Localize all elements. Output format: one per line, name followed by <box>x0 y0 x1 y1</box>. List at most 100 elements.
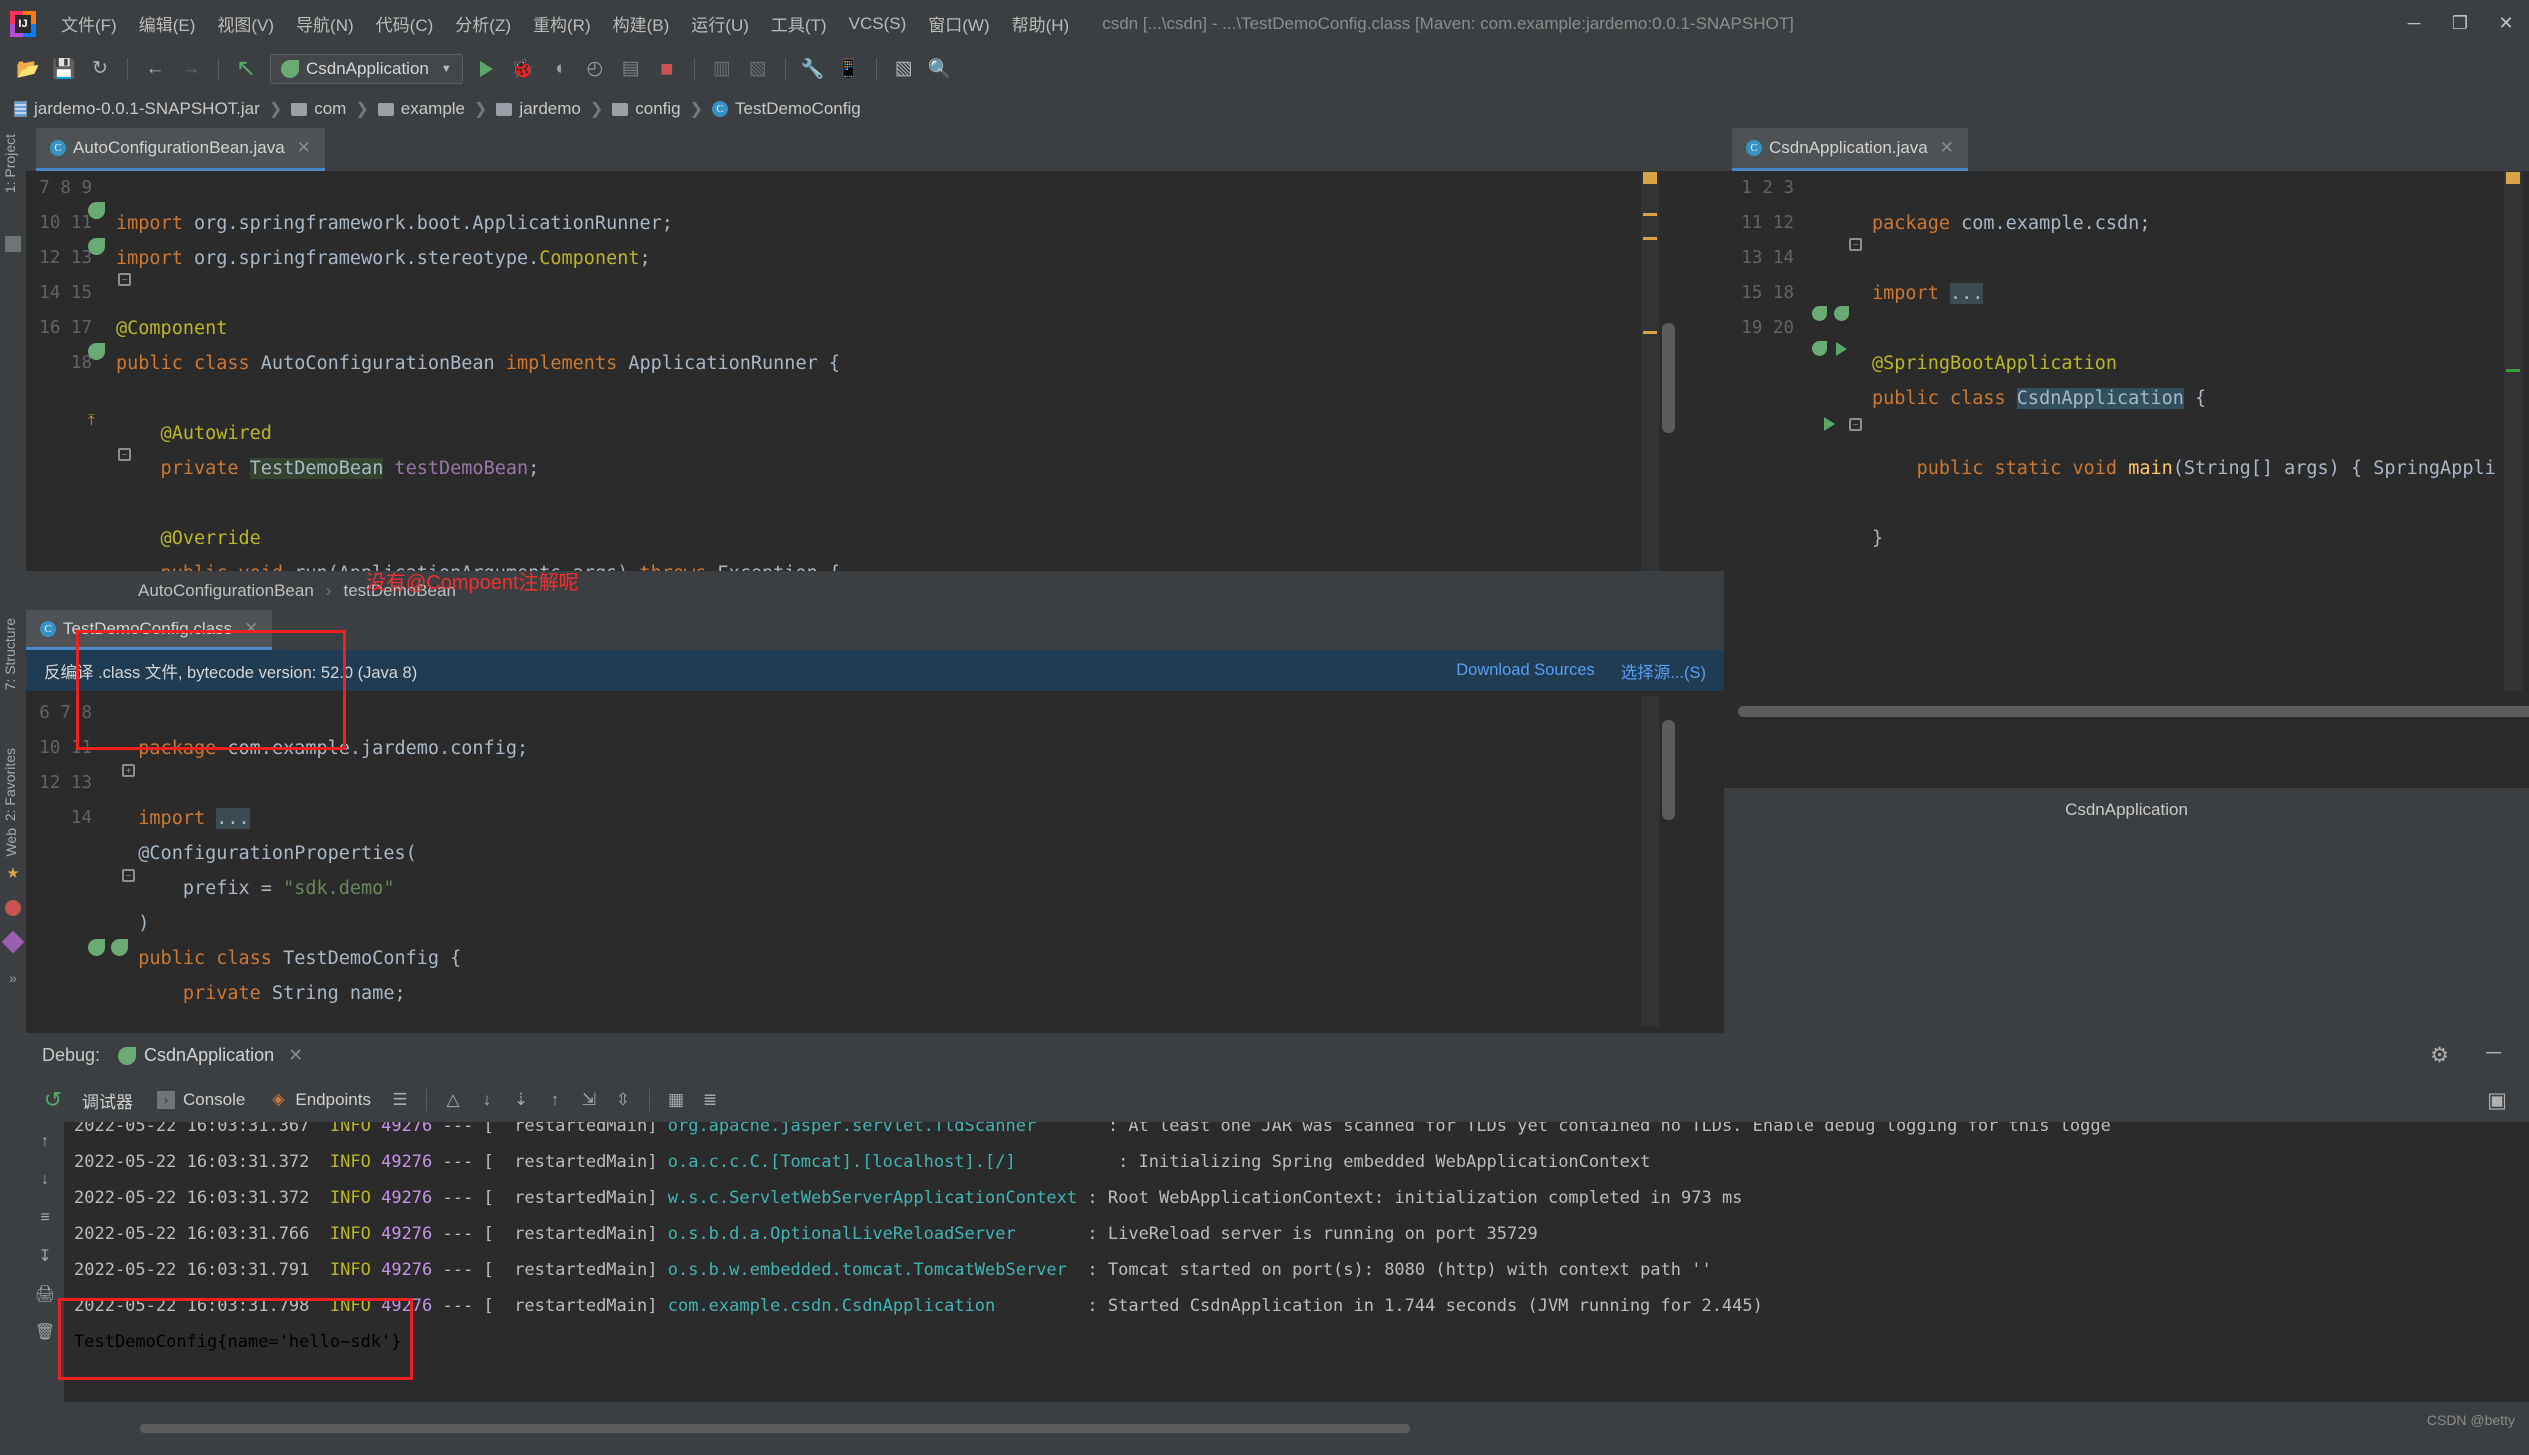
choose-sources-link[interactable]: 选择源...(S) <box>1621 659 1706 683</box>
menu-navigate[interactable]: 导航(N) <box>285 7 365 40</box>
show-execution-point-icon[interactable]: △ <box>436 1085 470 1115</box>
settings-list-icon[interactable]: ≣ <box>693 1085 727 1115</box>
tab-console[interactable]: › Console <box>157 1090 245 1110</box>
chevron-down-icon[interactable]: ▼ <box>441 63 452 75</box>
warning-marker[interactable] <box>1643 213 1657 216</box>
minimize-button[interactable]: ─ <box>2391 0 2437 47</box>
scroll-up-icon[interactable]: ↑ <box>33 1130 57 1154</box>
fold-icon[interactable]: − <box>1849 238 1862 251</box>
spring-config-gutter-icon[interactable] <box>1834 306 1849 321</box>
error-stripe-class[interactable] <box>1641 696 1659 1026</box>
debug-button[interactable]: 🐞 <box>505 54 541 84</box>
sidebar-item-favorites[interactable]: 2: Favorites <box>2 748 18 821</box>
close-button[interactable]: ✕ <box>2483 0 2529 47</box>
code-content-right[interactable]: package com.example.csdn; import ... @Sp… <box>1872 171 2496 556</box>
spring-bean-gutter-icon[interactable] <box>88 238 105 255</box>
menu-vcs[interactable]: VCS(S) <box>838 10 918 38</box>
ok-marker[interactable] <box>2506 369 2520 372</box>
breakpoint-icon[interactable] <box>5 900 21 916</box>
fold-icon[interactable]: − <box>1849 418 1862 431</box>
update-project-icon[interactable]: ▥ <box>704 54 740 84</box>
commit-icon[interactable]: ▧ <box>740 54 776 84</box>
settings-icon[interactable]: 🔧 <box>795 54 831 84</box>
close-icon[interactable]: ✕ <box>244 619 258 639</box>
revert-icon[interactable]: ↖ <box>228 54 264 84</box>
error-stripe-top[interactable] <box>1641 171 1659 571</box>
breadcrumb-item-jar[interactable]: jardemo-0.0.1-SNAPSHOT.jar ❯ <box>14 99 291 119</box>
open-project-icon[interactable]: 📂 <box>10 54 46 84</box>
code-content-class[interactable]: package com.example.jardemo.config; impo… <box>116 696 528 1011</box>
close-icon[interactable]: ✕ <box>297 138 311 158</box>
bookmark-icon[interactable] <box>1 930 25 954</box>
step-into-icon[interactable]: ⇣ <box>504 1085 538 1115</box>
menu-refactor[interactable]: 重构(R) <box>522 7 602 40</box>
warning-marker[interactable] <box>1643 172 1657 184</box>
attach-button[interactable]: ▤ <box>613 54 649 84</box>
project-files-icon[interactable] <box>5 236 21 252</box>
scroll-to-end-icon[interactable]: ↧ <box>33 1244 57 1268</box>
breadcrumb-item-config[interactable]: config ❯ <box>612 99 712 119</box>
menu-view[interactable]: 视图(V) <box>206 7 285 40</box>
scroll-down-icon[interactable]: ↓ <box>33 1168 57 1192</box>
run-method-gutter-icon[interactable] <box>1824 417 1835 431</box>
crumb-class[interactable]: AutoConfigurationBean <box>138 581 314 601</box>
tab-testdemoconfig-class[interactable]: C TestDemoConfig.class ✕ <box>26 610 273 650</box>
device-manager-icon[interactable]: 📱 <box>831 54 867 84</box>
more-icon[interactable]: » <box>5 970 21 986</box>
step-over-icon[interactable]: ↓ <box>470 1085 504 1115</box>
close-icon[interactable]: ✕ <box>288 1045 303 1066</box>
spring-bean-gutter-icon[interactable] <box>1812 341 1827 356</box>
search-icon[interactable]: 🔍 <box>922 54 958 84</box>
stop-button[interactable]: ■ <box>649 54 685 84</box>
breadcrumb-item-com[interactable]: com ❯ <box>291 99 378 119</box>
layout-icon[interactable]: ▣ <box>2487 1088 2507 1113</box>
minimize-icon[interactable]: ─ <box>2486 1041 2501 1065</box>
tab-csdnapplication[interactable]: C CsdnApplication.java ✕ <box>1732 128 1969 171</box>
menu-code[interactable]: 代码(C) <box>365 7 445 40</box>
download-sources-link[interactable]: Download Sources <box>1456 661 1595 680</box>
force-step-into-icon[interactable]: ⇲ <box>572 1085 606 1115</box>
menu-analyze[interactable]: 分析(Z) <box>444 7 522 40</box>
select-in-icon[interactable]: ▧ <box>886 54 922 84</box>
save-all-icon[interactable]: 💾 <box>46 54 82 84</box>
spring-bean-gutter-icon[interactable] <box>1812 306 1827 321</box>
sidebar-item-project[interactable]: 1: Project <box>2 134 18 193</box>
tab-autoconfigurationbean[interactable]: C AutoConfigurationBean.java ✕ <box>36 128 325 171</box>
console-output[interactable]: 2022-05-22 16:03:31.367 INFO 49276 --- [… <box>64 1122 2529 1402</box>
warning-marker[interactable] <box>1643 331 1657 334</box>
soft-wrap-icon[interactable]: ≡ <box>33 1206 57 1230</box>
print-icon[interactable]: 🖨 <box>33 1282 57 1306</box>
sync-icon[interactable]: ↻ <box>82 54 118 84</box>
star-icon[interactable]: ★ <box>5 866 21 882</box>
evaluate-expression-icon[interactable]: ▦ <box>659 1085 693 1115</box>
code-content-top[interactable]: import org.springframework.boot.Applicat… <box>116 171 840 626</box>
run-to-cursor-icon[interactable]: ⇳ <box>606 1085 640 1115</box>
warning-marker[interactable] <box>1643 237 1657 240</box>
run-button[interactable] <box>469 54 505 84</box>
gear-icon[interactable]: ⚙ <box>2430 1043 2449 1068</box>
maximize-button[interactable]: ❐ <box>2437 0 2483 47</box>
sidebar-item-structure[interactable]: 7: Structure <box>2 618 18 690</box>
error-stripe-right[interactable] <box>2504 171 2522 691</box>
breadcrumb-item-testdemoconfig[interactable]: C TestDemoConfig <box>712 99 861 119</box>
tab-debugger[interactable]: 调试器 <box>82 1088 133 1113</box>
navigate-forward-icon[interactable]: → <box>173 54 209 84</box>
debug-session-tab[interactable]: CsdnApplication ✕ <box>118 1045 303 1066</box>
menu-window[interactable]: 窗口(W) <box>917 7 1000 40</box>
autowired-gutter-icon[interactable] <box>88 343 105 360</box>
menu-run[interactable]: 运行(U) <box>680 7 760 40</box>
step-out-icon[interactable]: ↑ <box>538 1085 572 1115</box>
spring-bean-gutter-icon[interactable] <box>88 939 105 956</box>
tab-endpoints[interactable]: ◈ Endpoints <box>269 1090 371 1110</box>
override-gutter-icon[interactable]: ⤒ <box>88 412 102 429</box>
list-icon[interactable]: ☰ <box>383 1085 417 1115</box>
console-hscrollbar[interactable] <box>140 1424 1410 1433</box>
rerun-icon[interactable]: ↺ <box>36 1085 70 1115</box>
spring-bean-gutter-icon[interactable] <box>88 202 105 219</box>
editor-scrollbar-class[interactable] <box>1662 720 1675 820</box>
menu-build[interactable]: 构建(B) <box>602 7 681 40</box>
menu-tools[interactable]: 工具(T) <box>760 7 838 40</box>
breadcrumb-item-jardemo[interactable]: jardemo ❯ <box>496 99 612 119</box>
editor-hscrollbar-right[interactable] <box>1738 706 2529 717</box>
clear-all-icon[interactable]: 🗑 <box>33 1320 57 1344</box>
